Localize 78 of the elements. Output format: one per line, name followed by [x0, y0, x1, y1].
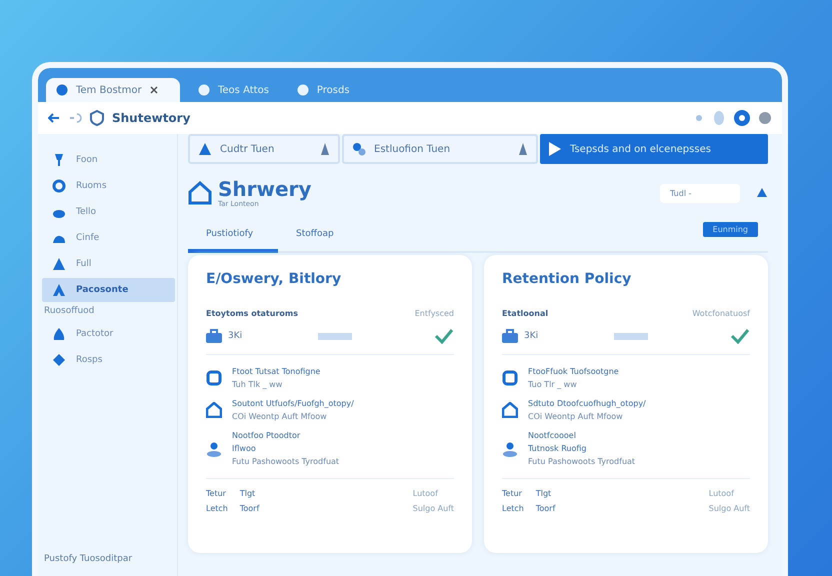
field-label: Etoytoms otaturoms [206, 309, 298, 318]
footer-text: Tetur [206, 489, 227, 498]
sidebar-item[interactable]: Cinfe [42, 226, 175, 250]
briefcase-icon [502, 329, 518, 343]
profile-icon [734, 110, 750, 126]
triangle-icon [198, 142, 212, 156]
entry-text: COi Weontp Auft Mfoow [232, 411, 328, 423]
entry-text: Tuh Tlk _ ww [232, 379, 284, 391]
sidebar-item[interactable]: Rosps [42, 348, 175, 372]
value-bar [614, 332, 648, 340]
back-icon [48, 113, 60, 123]
entry-text: Ftoot Tutsat Tonofigne [232, 366, 320, 378]
entry-text: Tuo Tlr _ ww [528, 379, 578, 391]
footer-text: Tlgt [536, 489, 552, 498]
field-hint: Wotcfonatuosf [692, 309, 750, 318]
footer-text: Lutoof [412, 489, 440, 498]
footer-text: Tlgt [240, 489, 256, 498]
square-icon [206, 370, 222, 386]
page-title: Shrwery [218, 178, 312, 200]
select-field[interactable]: Tudl - [660, 184, 740, 202]
play-icon [548, 141, 562, 157]
sidebar-item[interactable]: Full [42, 252, 175, 276]
entry-text: Sdtuto Dtoofcuofhugh_otopy/ [528, 398, 646, 410]
footer-text: Sulgo Auft [412, 504, 454, 513]
shape-icon [52, 353, 66, 367]
shape-icon [52, 257, 66, 271]
field-value: 3Ki [228, 331, 242, 341]
field-value: 3Ki [524, 331, 538, 341]
entry-text: Futu Pashowoots Tyrodfuat [232, 456, 340, 468]
briefcase-icon [206, 329, 222, 343]
input-field[interactable]: Cudtr Tuen [188, 134, 340, 164]
status-button[interactable]: Eunming [702, 222, 758, 237]
entry-text: COi Weontp Auft Mfoow [528, 411, 624, 423]
browser-tab[interactable]: Prosds [286, 78, 360, 102]
tab[interactable]: Stoffoap [278, 225, 368, 253]
sidebar-item[interactable]: Foon [42, 148, 175, 172]
shape-icon [52, 179, 66, 193]
house-icon [188, 181, 212, 205]
footer-text: Toorf [240, 504, 260, 513]
footer-text: Letch [206, 504, 228, 513]
house-icon [502, 402, 518, 418]
sidebar-item[interactable]: Tello [42, 200, 175, 224]
sidebar-item[interactable]: Pactotor [42, 322, 175, 346]
square-icon [502, 370, 518, 386]
address-text[interactable]: Shutewtory [112, 111, 190, 125]
footer-text: Toorf [536, 504, 556, 513]
shape-icon [52, 283, 66, 297]
sidebar-item[interactable]: Pacosonte [42, 278, 175, 302]
reload-icon [68, 112, 82, 124]
entry-text: FtooFfuok Tuofsootgne [528, 366, 619, 378]
action-button[interactable]: Tsepsds and on elcenepsses [540, 134, 768, 164]
card-title: Retention Policy [502, 271, 632, 287]
browser-tab[interactable]: Tem Bostmor [46, 78, 180, 102]
shape-icon [52, 327, 66, 341]
footer-text: Lutoof [708, 489, 736, 498]
field-hint: Entfysced [414, 309, 454, 318]
card-title: E/Oswery, Bitlory [206, 271, 342, 287]
house-icon [206, 402, 222, 418]
input-field[interactable]: Estluofion Tuen [342, 134, 538, 164]
shape-icon [52, 153, 66, 167]
footer-text: Sulgo Auft [708, 504, 750, 513]
entry-text: Tutnosk Ruofig [528, 443, 588, 455]
entry-text: Futu Pashowoots Tyrodfuat [528, 456, 636, 468]
close-icon[interactable] [150, 86, 158, 94]
browser-tab[interactable]: Teos Attos [188, 78, 279, 102]
footer-text: Letch [502, 504, 524, 513]
shield-icon [90, 110, 104, 126]
value-bar [318, 332, 352, 340]
sidebar-item[interactable]: Ruoms [42, 174, 175, 198]
footer-text: Tetur [502, 489, 523, 498]
entry-text: Iflwoo [232, 443, 257, 455]
field-label: Etatloonal [502, 309, 548, 318]
sidebar-footer-text: Pustofy Tuosoditpar [43, 554, 134, 566]
entry-text: Nootfoo Ptoodtor [232, 430, 302, 442]
entry-text: Soutont Utfuofs/Fuofgh_otopy/ [232, 398, 354, 410]
sidebar-heading: Ruosoffuod [43, 305, 96, 318]
people-icon [352, 142, 366, 156]
entry-text: Nootfcoooel [528, 430, 577, 442]
